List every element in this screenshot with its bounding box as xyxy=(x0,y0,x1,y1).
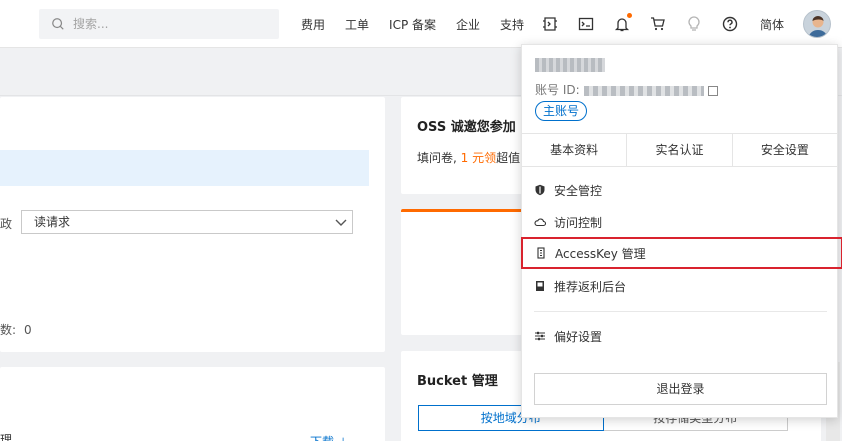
filter-label: 政 xyxy=(0,217,13,231)
menu-item-preferences[interactable]: 偏好设置 xyxy=(522,321,837,351)
nav-support[interactable]: 支持 xyxy=(500,16,524,33)
stat-label: 数: xyxy=(0,323,17,337)
help-icon[interactable] xyxy=(721,15,739,33)
user-avatar[interactable] xyxy=(803,10,831,38)
download-link[interactable]: 下载 ⊥ xyxy=(310,433,348,441)
menu-item-label: 安全管控 xyxy=(554,183,603,198)
menu-item-referral-backend[interactable]: 推荐返利后台 xyxy=(522,271,837,301)
menu-item-access-control[interactable]: 访问控制 xyxy=(522,207,837,237)
account-dropdown: 账号 ID: 主账号 基本资料 实名认证 安全设置 安全管控 访问控制 Acce… xyxy=(521,44,842,418)
notification-dot xyxy=(627,13,632,18)
shield-icon xyxy=(535,184,545,196)
oss-survey-text: 填问卷, 1 元领超值 xyxy=(417,149,520,166)
menu-item-label: AccessKey 管理 xyxy=(555,246,646,261)
search-icon xyxy=(52,18,64,30)
stat-line: 数: 0 xyxy=(0,321,32,338)
account-id-masked xyxy=(583,85,704,96)
select-value: 读请求 xyxy=(34,215,71,229)
key-icon xyxy=(537,247,545,259)
main-account-badge: 主账号 xyxy=(535,101,588,121)
menu-item-label: 偏好设置 xyxy=(554,329,603,344)
chevron-down-icon xyxy=(335,219,347,226)
console-icon[interactable] xyxy=(577,15,595,33)
menu-divider xyxy=(534,311,827,312)
request-stats-card: 政 读请求 数: 0 xyxy=(0,97,385,352)
tab-basic-info[interactable]: 基本资料 xyxy=(522,134,628,166)
copy-icon[interactable] xyxy=(707,85,718,96)
terminal-app-icon[interactable] xyxy=(541,15,559,33)
bucket-title: Bucket 管理 xyxy=(417,374,498,389)
account-tabs: 基本资料 实名认证 安全设置 xyxy=(522,133,837,167)
menu-item-security-control[interactable]: 安全管控 xyxy=(522,175,837,205)
bell-icon[interactable] xyxy=(613,13,632,33)
oss-survey-title: OSS 诚邀您参加 xyxy=(417,120,516,135)
bottom-left-card: 理 下载 ⊥ xyxy=(0,367,385,441)
top-nav-icons xyxy=(541,0,757,48)
menu-item-label: 推荐返利后台 xyxy=(554,279,627,294)
nav-enterprise[interactable]: 企业 xyxy=(456,16,480,33)
cart-icon[interactable] xyxy=(649,15,667,33)
top-nav-links: 费用 工单 ICP 备案 企业 支持 xyxy=(301,0,544,48)
tab-real-name-auth[interactable]: 实名认证 xyxy=(627,134,733,166)
survey-highlight[interactable]: 1 元领 xyxy=(461,151,496,165)
sliders-icon xyxy=(535,331,545,341)
account-id-label: 账号 ID: xyxy=(535,83,580,97)
survey-prefix: 填问卷, xyxy=(417,151,461,165)
request-type-select[interactable]: 读请求 xyxy=(21,210,353,234)
menu-item-accesskey-management[interactable]: AccessKey 管理 xyxy=(521,237,842,269)
logout-button[interactable]: 退出登录 xyxy=(534,373,827,405)
nav-tickets[interactable]: 工单 xyxy=(345,16,369,33)
cloud-icon xyxy=(534,218,546,227)
lightbulb-icon[interactable] xyxy=(685,15,703,33)
tab-security-settings[interactable]: 安全设置 xyxy=(733,134,837,166)
stat-value: 0 xyxy=(24,323,32,337)
account-name-masked xyxy=(535,58,605,72)
info-banner xyxy=(0,150,369,186)
search-input[interactable] xyxy=(73,17,263,31)
top-navbar: 费用 工单 ICP 备案 企业 支持 简体 xyxy=(0,0,842,48)
nav-icp[interactable]: ICP 备案 xyxy=(389,16,436,33)
survey-suffix: 超值 xyxy=(496,151,521,165)
book-icon xyxy=(536,281,544,291)
account-id: 账号 ID: xyxy=(535,81,718,98)
search-box[interactable] xyxy=(39,9,279,39)
language-switch[interactable]: 简体 xyxy=(760,16,784,33)
menu-item-label: 访问控制 xyxy=(554,215,603,230)
nav-billing[interactable]: 费用 xyxy=(301,16,325,33)
row-label: 理 xyxy=(0,433,13,441)
